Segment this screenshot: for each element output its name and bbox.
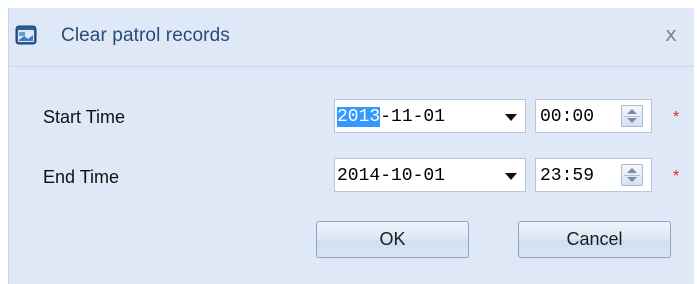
close-icon: x [665,22,677,46]
end-time-value[interactable]: 23:59 [540,166,594,186]
spinner-divider [624,116,640,117]
dialog-title: Clear patrol records [61,25,230,46]
start-time-value[interactable]: 00:00 [540,107,594,127]
end-date-combo[interactable]: 2014-10-01 [334,158,526,192]
end-date-value[interactable]: 2014-10-01 [337,166,445,186]
spinner-divider [624,175,640,176]
spinner-up-icon[interactable] [627,168,637,173]
spinner-up-down-icon[interactable] [621,105,643,127]
chevron-down-icon[interactable] [505,114,517,121]
start-time-spinner[interactable]: 00:00 [535,99,652,133]
start-date-value[interactable]: 2013-11-01 [337,107,445,127]
spinner-down-icon[interactable] [627,177,637,182]
end-time-spinner[interactable]: 23:59 [535,158,652,192]
title-bar: Clear patrol records x [9,8,694,67]
spinner-up-icon[interactable] [627,109,637,114]
cancel-button[interactable]: Cancel [518,221,671,258]
chevron-down-icon[interactable] [505,173,517,180]
end-required-marker: * [673,168,680,185]
window-app-icon [15,25,37,45]
start-time-label: Start Time [43,107,126,127]
close-button[interactable]: x [656,19,686,49]
start-date-rest-text: -11-01 [380,107,446,127]
clear-patrol-records-dialog: Clear patrol records x Start Time 2013-1… [8,8,694,284]
end-time-label: End Time [43,167,120,187]
start-required-marker: * [673,109,680,126]
ok-button[interactable]: OK [316,221,469,258]
spinner-down-icon[interactable] [627,118,637,123]
spinner-up-down-icon[interactable] [621,164,643,186]
start-date-selected-text: 2013 [337,107,381,127]
start-date-combo[interactable]: 2013-11-01 [334,99,526,133]
